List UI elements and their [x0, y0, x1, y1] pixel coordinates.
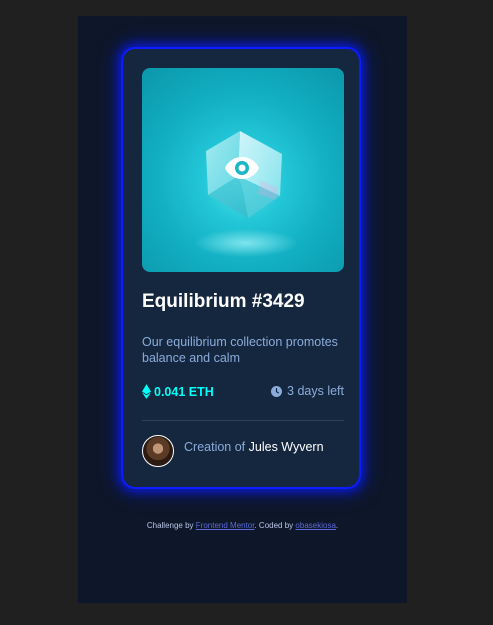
- price-value: 0.041 ETH: [154, 384, 214, 399]
- clock-icon: [271, 385, 283, 397]
- time-left-value: 3 days left: [287, 384, 344, 398]
- time-info: 3 days left: [271, 384, 344, 398]
- nft-card: Equilibrium #3429 Our equilibrium collec…: [123, 49, 359, 487]
- coder-link[interactable]: obasekiosa: [295, 521, 335, 530]
- creator-line: Creation of Jules Wyvern: [184, 440, 324, 454]
- creator-prefix: Creation of: [184, 440, 246, 454]
- frontend-mentor-link[interactable]: Frontend Mentor: [196, 521, 255, 530]
- creator-info: Creation of Jules Wyvern: [142, 435, 352, 469]
- attribution-middle: . Coded by: [254, 521, 294, 530]
- divider: [142, 420, 344, 421]
- eye-icon: [223, 155, 261, 181]
- attribution-suffix: .: [335, 521, 339, 530]
- ethereum-icon: [142, 384, 151, 399]
- page-container: Equilibrium #3429 Our equilibrium collec…: [78, 16, 407, 603]
- price-info: 0.041 ETH: [142, 384, 214, 399]
- attribution-footer: Challenge by Frontend Mentor. Coded by o…: [78, 521, 407, 530]
- creator-name-link[interactable]: Jules Wyvern: [249, 440, 324, 454]
- nft-description: Our equilibrium collection promotes bala…: [142, 335, 338, 365]
- attribution-prefix: Challenge by: [146, 521, 194, 530]
- creator-avatar: [142, 435, 174, 467]
- nft-image[interactable]: [142, 68, 344, 272]
- nft-stats: 0.041 ETH 3 days left: [142, 384, 344, 406]
- nft-title[interactable]: Equilibrium #3429: [142, 291, 305, 313]
